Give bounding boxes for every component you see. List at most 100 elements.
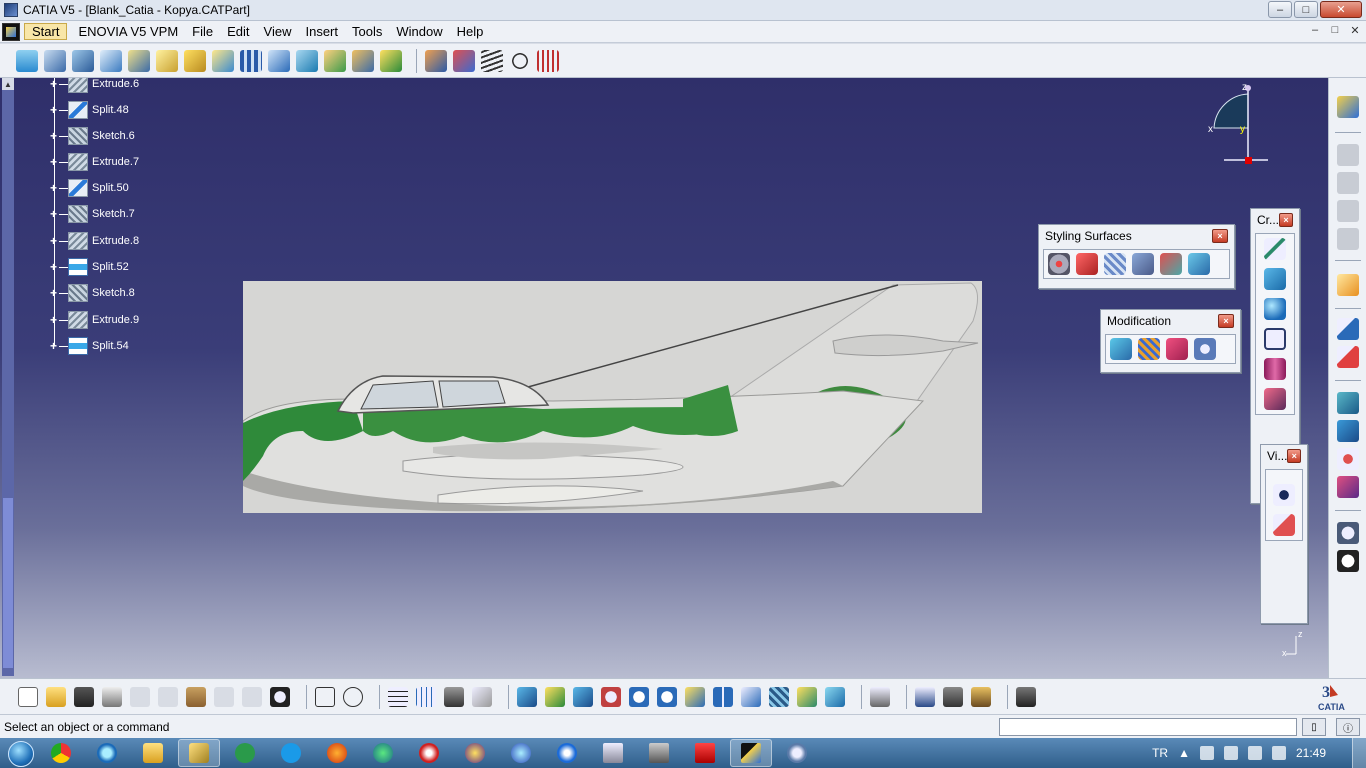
healing-icon[interactable] [296, 49, 318, 72]
taskbar-ie-icon[interactable] [86, 739, 128, 767]
fit-all-icon[interactable] [545, 686, 565, 707]
zoom-in-icon[interactable] [629, 686, 649, 707]
match-surface-icon[interactable] [1138, 338, 1160, 360]
expand-icon[interactable]: + [48, 182, 59, 194]
maximize-button[interactable]: □ [1294, 1, 1318, 18]
view-close-button[interactable]: × [1287, 449, 1301, 463]
tree-node[interactable]: + Sketch.7 [48, 204, 135, 224]
lock-icon[interactable] [444, 686, 464, 707]
sketch-layer-3-icon[interactable] [1337, 200, 1359, 222]
fill-icon[interactable] [184, 49, 206, 72]
rotate-view-icon[interactable] [601, 686, 621, 707]
sphere-surface-icon[interactable] [100, 49, 122, 72]
fly-view-icon[interactable] [1273, 514, 1295, 536]
blend-icon[interactable] [240, 49, 262, 72]
trim-icon[interactable] [324, 49, 346, 72]
tray-battery-icon[interactable] [1223, 746, 1238, 760]
print-icon[interactable] [102, 686, 122, 707]
expand-icon[interactable]: + [48, 235, 59, 247]
taskbar-chrome-icon[interactable] [40, 739, 82, 767]
boundary-icon[interactable] [380, 49, 402, 72]
capture-camera-icon[interactable] [1016, 686, 1036, 707]
tray-network-icon[interactable] [1247, 746, 1262, 760]
mdi-close-button[interactable]: ✕ [1348, 24, 1362, 37]
catia-document-icon[interactable] [2, 22, 20, 41]
pan-icon[interactable] [573, 686, 593, 707]
workbench-icon[interactable] [1337, 96, 1359, 118]
tree-node[interactable]: + Extrude.9 [48, 310, 139, 330]
iso-view-icon[interactable] [741, 686, 761, 707]
taskbar-media-icon[interactable] [408, 739, 450, 767]
tree-node[interactable]: + Extrude.8 [48, 231, 139, 251]
close-button[interactable]: ✕ [1320, 1, 1362, 18]
undo-icon[interactable] [214, 686, 234, 707]
taskbar-lightning-icon[interactable] [546, 739, 588, 767]
tray-volume-icon[interactable] [1271, 746, 1286, 760]
shading-icon[interactable] [769, 686, 789, 707]
measure-between-icon[interactable] [915, 686, 935, 707]
command-input[interactable] [999, 718, 1297, 736]
styling-surfaces-close-button[interactable]: × [1212, 229, 1228, 243]
pattern-icon[interactable] [1337, 448, 1359, 470]
surface-analysis-icon[interactable] [1337, 392, 1359, 414]
save-icon[interactable] [74, 686, 94, 707]
wave-icon[interactable] [537, 49, 559, 72]
hatch-icon[interactable] [481, 49, 503, 72]
pad-icon[interactable] [425, 49, 447, 72]
styling-sweep-icon[interactable] [1104, 253, 1126, 275]
expand-icon[interactable]: + [48, 130, 59, 142]
create-close-button[interactable]: × [1279, 213, 1293, 227]
menu-insert[interactable]: Insert [298, 24, 345, 39]
view-toolbar[interactable]: Vi... × [1260, 444, 1308, 624]
tree-node[interactable]: + Split.54 [48, 336, 129, 356]
snap-icon[interactable] [472, 686, 492, 707]
tree-node[interactable]: + Split.50 [48, 178, 129, 198]
sketch-layer-icon[interactable] [1337, 144, 1359, 166]
plane-icon[interactable] [1264, 268, 1286, 290]
sphere-icon[interactable] [1264, 298, 1286, 320]
split-tool-icon[interactable] [352, 49, 374, 72]
menu-edit[interactable]: Edit [220, 24, 256, 39]
taskbar-globe-icon[interactable] [362, 739, 404, 767]
taskbar-pdf-icon[interactable] [684, 739, 726, 767]
menu-window[interactable]: Window [389, 24, 449, 39]
menu-start[interactable]: Start [24, 23, 68, 40]
menu-view[interactable]: View [257, 24, 299, 39]
xyz-axis-icon[interactable] [1337, 346, 1359, 368]
open-folder-icon[interactable] [46, 686, 66, 707]
taskbar-catia-icon[interactable] [730, 739, 772, 767]
scrollbar-thumb[interactable] [3, 498, 13, 668]
curve-connect-icon[interactable] [509, 49, 531, 72]
break-surface-icon[interactable] [1194, 338, 1216, 360]
box-icon[interactable] [1337, 476, 1359, 498]
freeform-surface-icon[interactable] [1264, 388, 1286, 410]
tree-node[interactable]: + Split.48 [48, 100, 129, 120]
modification-close-button[interactable]: × [1218, 314, 1234, 328]
taskbar-explorer-icon[interactable] [132, 739, 174, 767]
zoom-out-icon[interactable] [657, 686, 677, 707]
taskbar-winamp-icon[interactable] [454, 739, 496, 767]
scroll-up-arrow-icon[interactable]: ▲ [2, 78, 14, 90]
styling-trim-icon[interactable] [1160, 253, 1182, 275]
look-at-icon[interactable] [1273, 484, 1295, 506]
menu-help[interactable]: Help [450, 24, 491, 39]
expand-icon[interactable]: + [48, 104, 59, 116]
multi-view-icon[interactable] [713, 686, 733, 707]
taskbar-firefox-icon[interactable] [316, 739, 358, 767]
formula-icon[interactable] [315, 686, 335, 707]
cylinder-icon[interactable] [1264, 358, 1286, 380]
expand-icon[interactable]: + [48, 287, 59, 299]
help-icon[interactable] [270, 686, 290, 707]
tray-flag-icon[interactable] [1199, 746, 1214, 760]
tray-arrow-icon[interactable]: ▲ [1178, 746, 1190, 760]
clock-time[interactable]: 21:49 [1296, 746, 1326, 760]
select-arrow-icon[interactable] [1337, 274, 1359, 296]
tree-node[interactable]: + Sketch.6 [48, 126, 135, 146]
3d-viewport[interactable]: ▲ + Extrude.6 + Split.48 + Sketch.6 + Ex… [0, 78, 1328, 678]
taskbar-settings-icon[interactable] [776, 739, 818, 767]
mdi-restore-button[interactable]: □ [1328, 24, 1342, 37]
taskbar-camera-icon[interactable] [638, 739, 680, 767]
redo-icon[interactable] [242, 686, 262, 707]
extrapolate-icon[interactable] [1166, 338, 1188, 360]
extrude-surface-icon[interactable] [44, 49, 66, 72]
